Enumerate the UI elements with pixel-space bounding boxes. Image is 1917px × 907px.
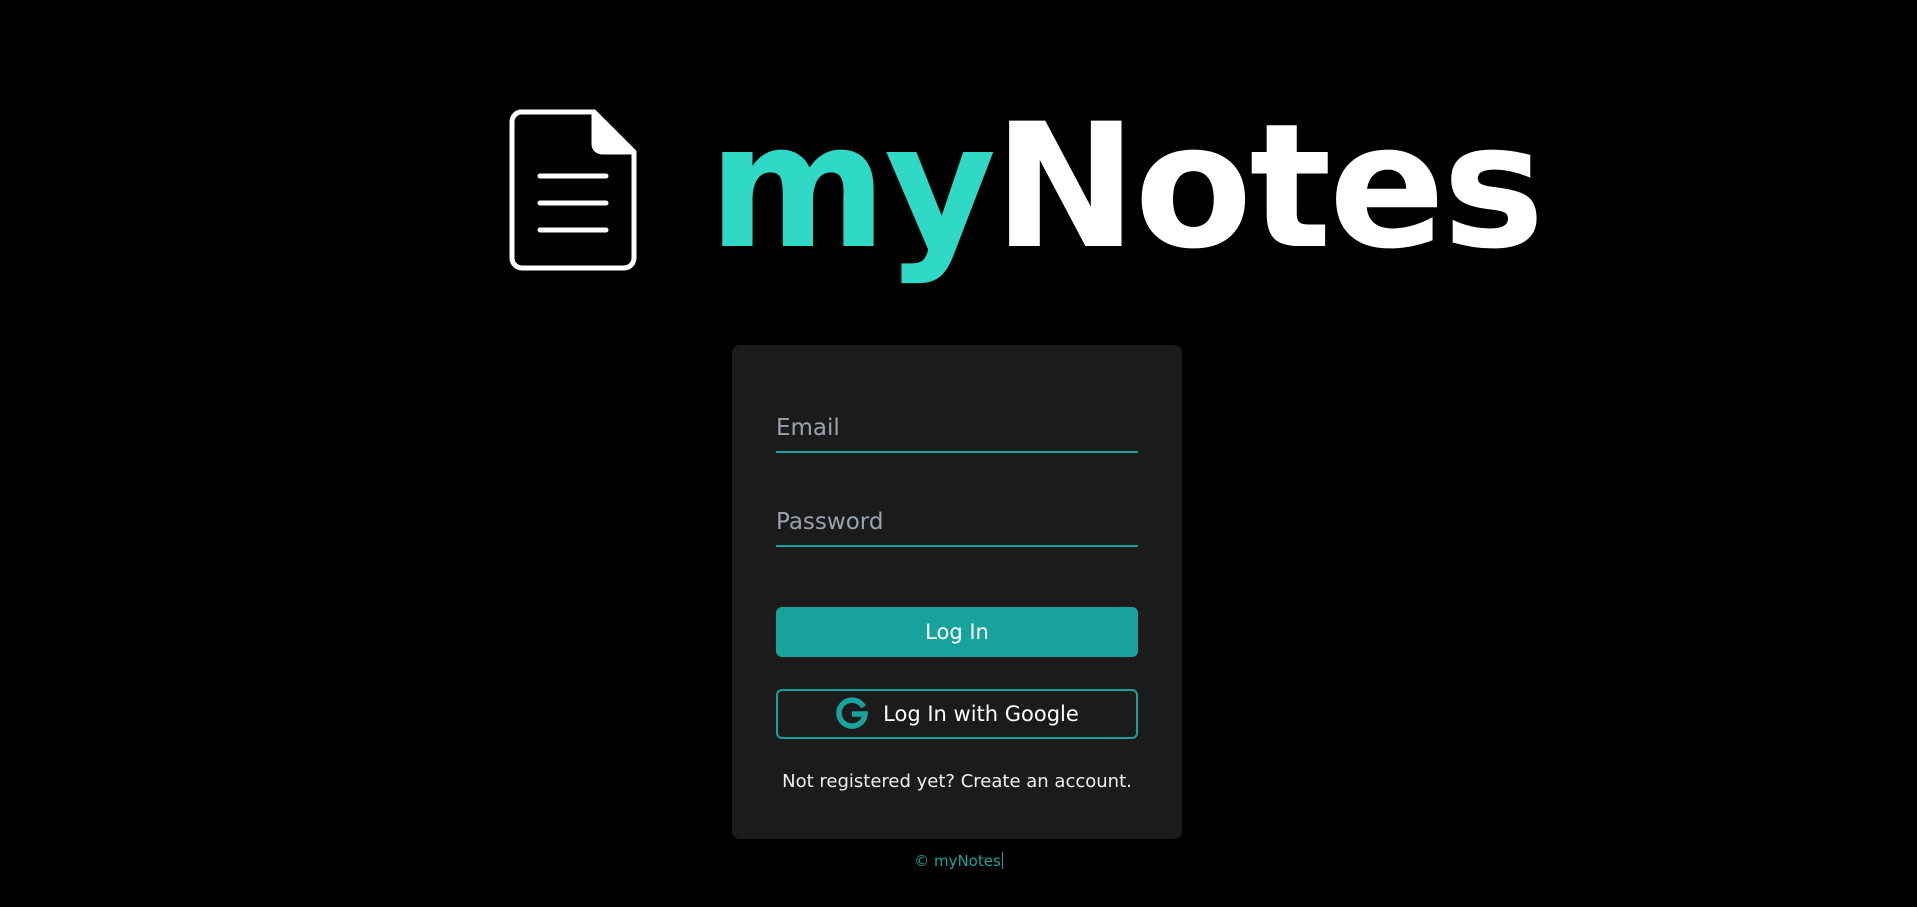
login-button[interactable]: Log In	[776, 607, 1138, 657]
google-login-button[interactable]: Log In with Google	[776, 689, 1138, 739]
password-input[interactable]	[776, 499, 1138, 545]
google-login-label: Log In with Google	[883, 702, 1079, 726]
app-wordmark: myNotes	[708, 101, 1545, 273]
text-caret	[1001, 852, 1003, 869]
register-prefix: Not registered yet?	[782, 771, 955, 792]
google-g-icon	[836, 697, 869, 729]
app-logo: myNotes	[508, 101, 1545, 276]
wordmark-my: my	[708, 86, 996, 287]
email-input[interactable]	[776, 405, 1138, 451]
password-field-wrapper	[776, 499, 1138, 547]
create-account-link[interactable]: Create an account.	[961, 771, 1132, 792]
footer: © myNotes	[0, 852, 1917, 870]
login-card: Log In Log In with Google Not registered…	[732, 345, 1182, 839]
register-prompt: Not registered yet? Create an account.	[732, 771, 1182, 792]
wordmark-notes: Notes	[993, 86, 1544, 287]
login-page: myNotes Log In Log In with Google Not re…	[0, 0, 1917, 907]
email-field-wrapper	[776, 405, 1138, 453]
document-icon	[509, 109, 637, 271]
copyright-text: © myNotes	[914, 852, 1001, 870]
